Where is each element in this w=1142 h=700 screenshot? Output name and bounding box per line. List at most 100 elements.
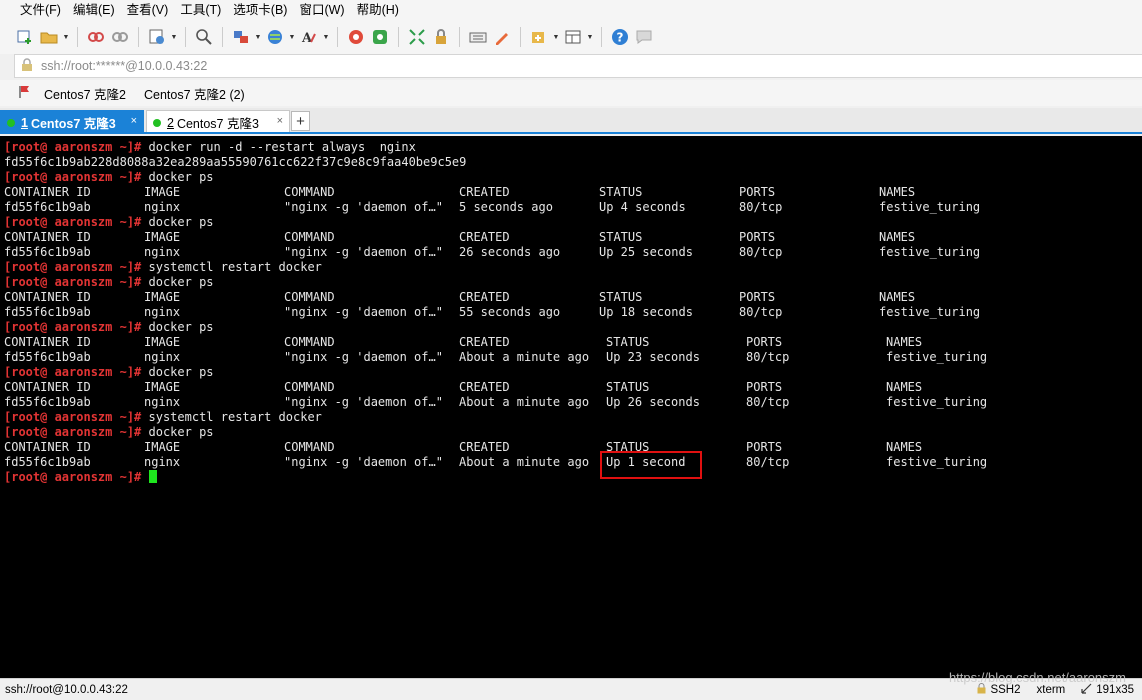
- docker-ps-row: CONTAINER ID IMAGE COMMAND CREATED STATUS POR…: [4, 380, 922, 395]
- svg-text:?: ?: [617, 31, 624, 45]
- docker-ps-cell: nginx: [144, 200, 181, 214]
- open-folder-icon[interactable]: [38, 26, 60, 48]
- toolbar-divider: [398, 27, 399, 47]
- address-bar[interactable]: ssh://root:******@10.0.0.43:22: [14, 54, 1142, 78]
- bookmark-centos7-clone2-2[interactable]: Centos7 克隆2 (2): [140, 84, 249, 103]
- font-icon[interactable]: A: [298, 26, 320, 48]
- docker-ps-cell: 26 seconds ago: [459, 245, 561, 259]
- docker-ps-cell: fd55f6c1b9ab: [4, 200, 91, 214]
- docker-ps-cell: "nginx -g 'daemon of…": [284, 395, 443, 409]
- docker-ps-cell: PORTS: [739, 185, 776, 199]
- menu-help[interactable]: 帮助(H): [351, 0, 405, 20]
- menu-window[interactable]: 窗口(W): [293, 0, 350, 20]
- shell-prompt: [root@ aaronszm ~]#: [4, 470, 142, 484]
- new-tab-button[interactable]: +: [291, 111, 310, 131]
- docker-ps-cell: COMMAND: [284, 230, 335, 244]
- docker-ps-cell: "nginx -g 'daemon of…": [284, 455, 443, 469]
- add-tab-dropdown-icon[interactable]: ▼: [552, 26, 560, 48]
- docker-ps-cell: CONTAINER ID: [4, 230, 91, 244]
- properties-dropdown-icon[interactable]: ▼: [170, 26, 178, 48]
- docker-ps-cell: CREATED: [459, 335, 510, 349]
- lock-icon[interactable]: [430, 26, 452, 48]
- bookmark-flag-icon: [18, 85, 30, 102]
- command-text: [141, 470, 148, 484]
- docker-ps-cell: CONTAINER ID: [4, 335, 91, 349]
- shell-prompt: [root@ aaronszm ~]#: [4, 275, 142, 289]
- find-icon[interactable]: [193, 26, 215, 48]
- command-text: systemctl restart docker: [141, 260, 322, 274]
- menu-view[interactable]: 查看(V): [121, 0, 175, 20]
- docker-ps-row: fd55f6c1b9ab nginx "nginx -g 'daemon of…" 5…: [4, 305, 980, 320]
- output-text: fd55f6c1b9ab228d8088a32ea289aa55590761cc…: [4, 155, 467, 169]
- properties-icon[interactable]: [146, 26, 168, 48]
- reconnect-icon[interactable]: [109, 26, 131, 48]
- docker-ps-cell: PORTS: [739, 230, 776, 244]
- docker-ps-row: CONTAINER ID IMAGE COMMAND CREATED STATUS POR…: [4, 440, 922, 455]
- close-tab-icon[interactable]: ×: [277, 115, 283, 127]
- docker-ps-cell: About a minute ago: [459, 395, 590, 409]
- shell-prompt: [root@ aaronszm ~]#: [4, 140, 142, 154]
- menu-file[interactable]: 文件(F): [14, 0, 67, 20]
- new-session-icon[interactable]: [14, 26, 36, 48]
- keyboard-icon[interactable]: [467, 26, 489, 48]
- help-icon[interactable]: ?: [609, 26, 631, 48]
- script-icon[interactable]: [491, 26, 513, 48]
- docker-ps-cell: CREATED: [459, 290, 510, 304]
- tab-session-2[interactable]: 2 Centos7 克隆3 ×: [146, 110, 290, 134]
- docker-ps-cell: "nginx -g 'daemon of…": [284, 245, 443, 259]
- menu-tabs[interactable]: 选项卡(B): [227, 0, 293, 20]
- status-connection: ssh://root@10.0.0.43:22: [5, 683, 128, 696]
- sftp-dropdown-icon[interactable]: ▼: [254, 26, 262, 48]
- sftp-icon[interactable]: [230, 26, 252, 48]
- docker-ps-cell: Up 18 seconds: [599, 305, 693, 319]
- terminal-cursor: [148, 470, 157, 483]
- menu-tools[interactable]: 工具(T): [174, 0, 227, 20]
- docker-ps-row: fd55f6c1b9ab nginx "nginx -g 'daemon of…" A…: [4, 455, 987, 470]
- shell-prompt: [root@ aaronszm ~]#: [4, 425, 142, 439]
- menu-edit[interactable]: 编辑(E): [67, 0, 121, 20]
- bookmark-centos7-clone2[interactable]: Centos7 克隆2: [40, 84, 130, 103]
- connected-status-icon: [7, 118, 15, 127]
- xftp-icon[interactable]: [345, 26, 367, 48]
- toolbar-divider: [601, 27, 602, 47]
- shell-prompt: [root@ aaronszm ~]#: [4, 320, 142, 334]
- docker-ps-cell: Up 26 seconds: [606, 395, 700, 409]
- command-text: systemctl restart docker: [141, 410, 322, 424]
- docker-ps-cell: NAMES: [879, 230, 916, 244]
- toolbar-divider: [222, 27, 223, 47]
- docker-ps-cell: NAMES: [886, 335, 923, 349]
- docker-ps-cell: nginx: [144, 455, 181, 469]
- docker-ps-cell: festive_turing: [879, 245, 981, 259]
- layout-icon[interactable]: [562, 26, 584, 48]
- close-tab-icon[interactable]: ×: [131, 115, 137, 127]
- docker-ps-cell: IMAGE: [144, 185, 181, 199]
- address-text[interactable]: ssh://root:******@10.0.0.43:22: [41, 59, 207, 73]
- xshell-window: 文件(F) 编辑(E) 查看(V) 工具(T) 选项卡(B) 窗口(W) 帮助(…: [0, 0, 1142, 700]
- docker-ps-cell: PORTS: [746, 335, 783, 349]
- command-text: docker ps: [141, 425, 214, 439]
- globe-icon[interactable]: [264, 26, 286, 48]
- watermark: https://blog.csdn.net/aaronszm: [948, 670, 1126, 685]
- font-dropdown-icon[interactable]: ▼: [322, 26, 330, 48]
- add-tab-icon[interactable]: [528, 26, 550, 48]
- tab-number: 2: [167, 115, 174, 130]
- docker-ps-cell: Up 23 seconds: [606, 350, 700, 364]
- command-text: docker ps: [141, 170, 214, 184]
- open-dropdown-icon[interactable]: ▼: [62, 26, 70, 48]
- fullscreen-icon[interactable]: [406, 26, 428, 48]
- terminal-output[interactable]: [root@ aaronszm ~]# docker run -d --rest…: [0, 136, 1142, 678]
- tab-label: Centos7 克隆3: [176, 117, 259, 131]
- status-terminal-type: xterm: [1036, 683, 1066, 696]
- docker-ps-row: fd55f6c1b9ab nginx "nginx -g 'daemon of…" A…: [4, 350, 987, 365]
- terminal-command-line: [root@ aaronszm ~]# systemctl restart do…: [4, 260, 466, 275]
- tab-bar: 1 Centos7 克隆3 × 2 Centos7 克隆3 × +: [0, 108, 1142, 134]
- docker-ps-cell: NAMES: [879, 185, 916, 199]
- chat-icon[interactable]: [633, 26, 655, 48]
- disconnect-icon[interactable]: [85, 26, 107, 48]
- docker-ps-cell: nginx: [144, 395, 181, 409]
- globe-dropdown-icon[interactable]: ▼: [288, 26, 296, 48]
- xmanager-icon[interactable]: [369, 26, 391, 48]
- layout-dropdown-icon[interactable]: ▼: [586, 26, 594, 48]
- tab-session-1[interactable]: 1 Centos7 克隆3 ×: [0, 110, 144, 134]
- toolbar-divider: [520, 27, 521, 47]
